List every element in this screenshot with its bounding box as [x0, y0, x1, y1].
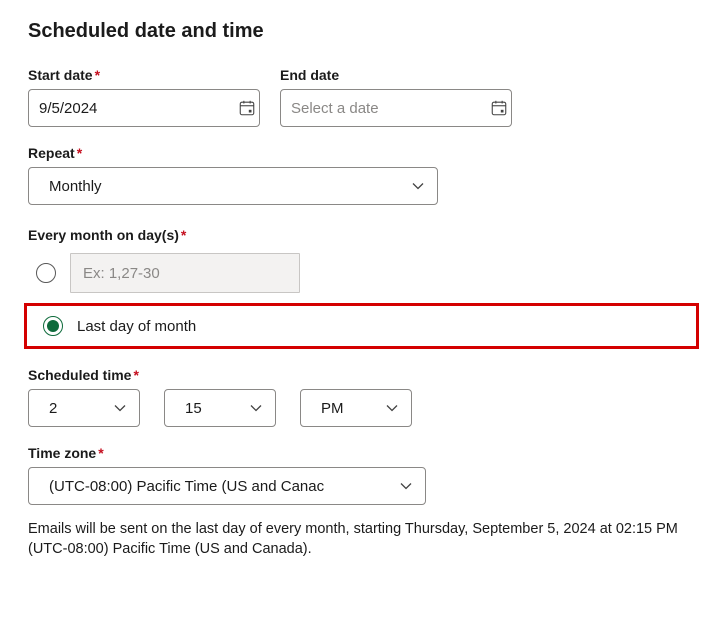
end-date-input[interactable]: [291, 100, 490, 117]
specific-days-radio[interactable]: [36, 263, 56, 283]
calendar-icon[interactable]: [490, 99, 508, 117]
last-day-radio[interactable]: [43, 316, 63, 336]
repeat-select[interactable]: Monthly: [28, 167, 438, 205]
end-date-input-wrapper[interactable]: [280, 89, 512, 127]
last-day-label: Last day of month: [77, 318, 196, 335]
chevron-down-icon: [411, 179, 425, 193]
ampm-select[interactable]: PM: [300, 389, 412, 427]
repeat-label: Repeat*: [28, 145, 699, 161]
end-date-label: End date: [280, 67, 512, 83]
chevron-down-icon: [249, 401, 263, 415]
chevron-down-icon: [385, 401, 399, 415]
start-date-input[interactable]: [39, 100, 238, 117]
schedule-summary: Emails will be sent on the last day of e…: [28, 519, 699, 560]
minute-select[interactable]: 15: [164, 389, 276, 427]
last-day-highlight: Last day of month: [24, 303, 699, 349]
start-date-input-wrapper[interactable]: [28, 89, 260, 127]
timezone-label: Time zone*: [28, 445, 699, 461]
hour-select[interactable]: 2: [28, 389, 140, 427]
chevron-down-icon: [113, 401, 127, 415]
calendar-icon[interactable]: [238, 99, 256, 117]
monthly-days-input[interactable]: [70, 253, 300, 293]
chevron-down-icon: [399, 479, 413, 493]
section-heading: Scheduled date and time: [28, 20, 699, 43]
monthly-days-label: Every month on day(s)*: [28, 227, 699, 243]
start-date-label: Start date*: [28, 67, 260, 83]
scheduled-time-label: Scheduled time*: [28, 367, 699, 383]
timezone-select[interactable]: (UTC-08:00) Pacific Time (US and Canac: [28, 467, 426, 505]
